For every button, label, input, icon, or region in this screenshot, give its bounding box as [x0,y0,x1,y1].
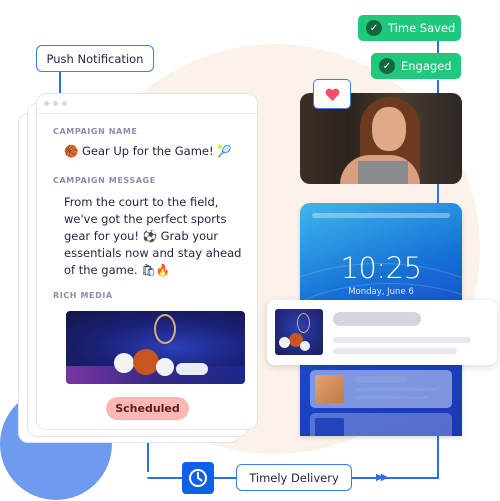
push-notification-text: Push Notification [46,51,144,66]
double-arrow-icon: ▶▶ [376,472,389,483]
time-saved-badge: ✓ Time Saved [358,15,461,41]
card-window-bar [37,94,257,114]
campaign-name-label: CAMPAIGN NAME [53,127,138,136]
notification-thumbnail [315,418,344,436]
heart-reaction[interactable] [313,79,351,109]
window-dot [44,101,49,106]
engaged-text: Engaged [401,59,452,73]
schedule-clock-button[interactable] [182,462,214,494]
lock-screen-date: Monday, June 6 [348,287,414,297]
connector-push-to-card [59,71,61,95]
window-dot [53,101,58,106]
rich-media-image [66,311,245,384]
push-notification-preview[interactable] [267,300,497,365]
clock-icon [189,469,207,487]
secondary-notification[interactable] [310,370,452,408]
campaign-card: CAMPAIGN NAME 🏀 Gear Up for the Game! 🎾 … [36,93,258,430]
soccer-ball [156,358,174,376]
racket [297,313,310,333]
time-saved-text: Time Saved [388,21,456,35]
photo-face [372,107,406,151]
engaged-badge: ✓ Engaged [371,53,461,79]
timely-delivery-text: Timely Delivery [249,470,339,485]
connector-card-to-clock [147,477,183,479]
soccer-ball [300,341,310,351]
skeleton-line [355,388,437,391]
tennis-racket [154,314,176,344]
connector-delivery-to-right [352,477,438,479]
skeleton-title [333,312,421,326]
push-notification-label[interactable]: Push Notification [36,45,154,72]
campaign-name-value: 🏀 Gear Up for the Game! 🎾 [64,144,232,158]
skeleton-line [333,348,457,354]
campaign-message-value: From the court to the field, we've got t… [64,195,242,277]
connector-photo-to-phone [437,184,439,204]
skeleton-line [355,396,429,399]
connector-clock-to-delivery [214,477,236,479]
connector-engaged-to-photo [437,80,439,94]
skeleton-title [355,376,407,383]
skeleton-line [333,337,471,343]
check-icon: ✓ [366,20,382,36]
heart-icon [325,88,339,101]
scheduled-status-badge: Scheduled [106,397,189,420]
connector-right-up [437,436,439,479]
timely-delivery-label[interactable]: Timely Delivery [236,464,352,491]
photo-top [358,161,408,184]
soccer-ball [279,337,290,348]
campaign-message-label: CAMPAIGN MESSAGE [53,176,156,185]
basketball [133,349,159,375]
check-icon: ✓ [379,58,395,74]
window-dot [62,101,67,106]
soccer-ball [114,353,134,373]
notification-thumbnail [275,309,323,355]
lock-screen-time: 10:25 [340,251,422,285]
tertiary-notification[interactable] [310,413,452,436]
notification-thumbnail [315,375,344,403]
rich-media-label: RICH MEDIA [53,291,113,300]
sneaker [176,363,208,375]
phone-status-bar [312,213,450,218]
